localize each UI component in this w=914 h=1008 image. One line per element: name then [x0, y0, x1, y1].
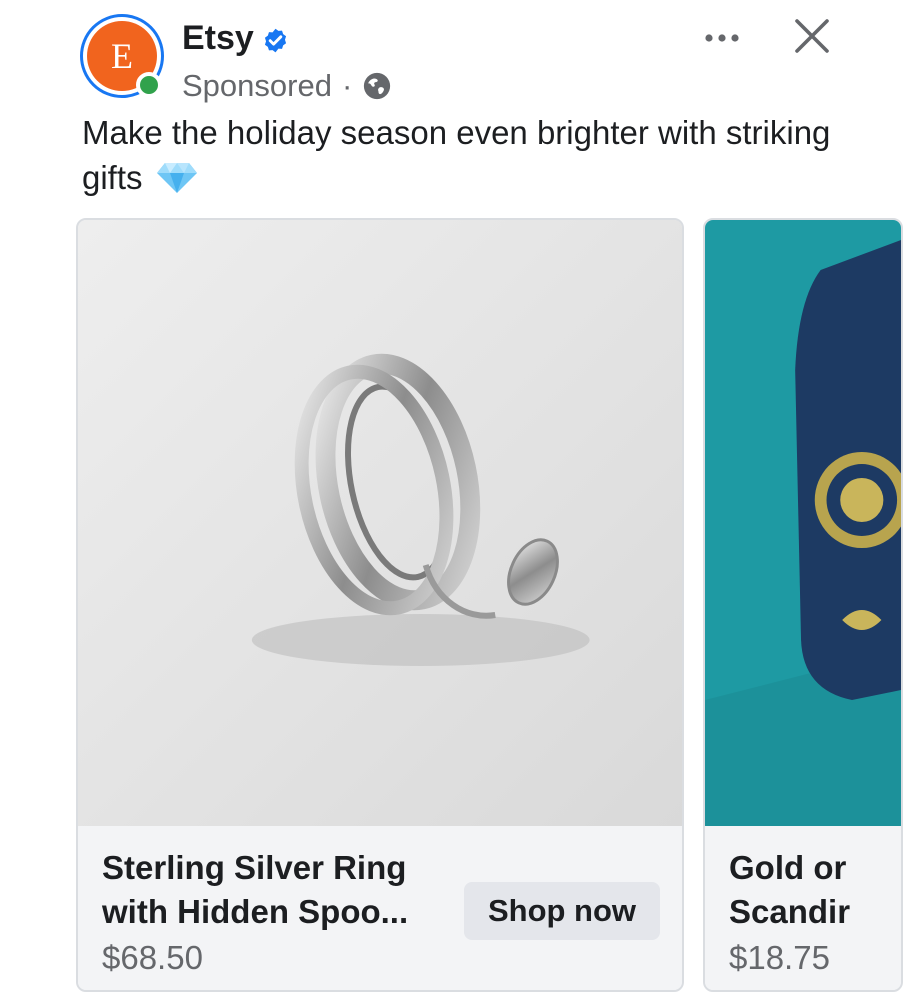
sponsored-line: Sponsored ·	[182, 66, 392, 106]
product-info: Gold or Scandir $18.75	[705, 826, 901, 990]
post-caption: Make the holiday season even brighter wi…	[82, 110, 842, 200]
product-title[interactable]: Sterling Silver Ring with Hidden Spoo...	[102, 846, 408, 934]
product-price: $18.75	[729, 939, 830, 976]
product-card[interactable]: Sterling Silver Ring with Hidden Spoo...…	[76, 218, 684, 992]
close-icon[interactable]	[792, 16, 832, 56]
sponsored-label[interactable]: Sponsored	[182, 68, 332, 104]
product-title[interactable]: Gold or Scandir	[729, 846, 850, 934]
gem-icon	[156, 163, 197, 193]
globe-icon	[364, 72, 391, 100]
meta-separator: ·	[341, 68, 353, 103]
shop-now-button[interactable]: Shop now	[464, 882, 660, 940]
product-info: Sterling Silver Ring with Hidden Spoo...…	[78, 826, 682, 990]
gold-pendant-photo[interactable]	[705, 220, 901, 826]
product-card[interactable]: Gold or Scandir $18.75	[703, 218, 903, 992]
product-carousel[interactable]: Sterling Silver Ring with Hidden Spoo...…	[0, 216, 914, 1006]
silver-ring-photo[interactable]	[78, 220, 682, 826]
verified-badge-icon	[264, 28, 287, 53]
product-price: $68.50	[102, 939, 203, 976]
advertiser-name[interactable]: Etsy	[182, 18, 254, 58]
more-options-icon[interactable]	[700, 18, 744, 58]
post-header: E Etsy Sponsored ·	[0, 0, 914, 110]
online-status-dot	[136, 72, 162, 98]
